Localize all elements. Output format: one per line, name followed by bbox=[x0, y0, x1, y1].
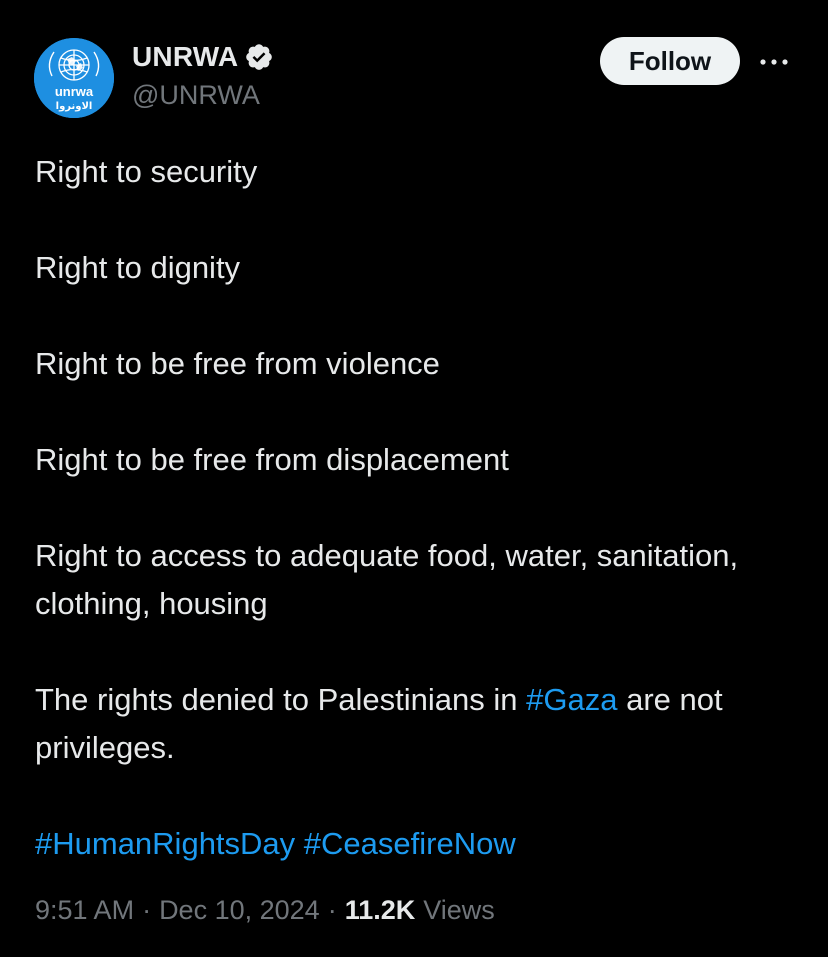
tweet-line-dignity: Right to dignity bbox=[35, 250, 241, 285]
verified-badge-icon[interactable] bbox=[244, 42, 274, 72]
unrwa-logo-icon: unrwa الاونروا bbox=[34, 38, 114, 118]
avatar[interactable]: unrwa الاونروا bbox=[34, 38, 114, 118]
meta-separator: · bbox=[327, 895, 337, 925]
tweet-text: Right to security Right to dignity Right… bbox=[35, 148, 795, 868]
more-horizontal-icon bbox=[760, 59, 788, 65]
hashtag-humanrightsday[interactable]: #HumanRightsDay bbox=[35, 826, 295, 861]
more-options-button[interactable] bbox=[756, 48, 792, 76]
tweet-date[interactable]: Dec 10, 2024 bbox=[159, 895, 320, 926]
follow-button[interactable]: Follow bbox=[600, 37, 740, 85]
tweet-text-segment: The rights denied to Palestinians in bbox=[35, 682, 527, 717]
display-name[interactable]: UNRWA bbox=[132, 41, 238, 73]
meta-separator: · bbox=[142, 895, 152, 925]
hashtag-ceasefirenow[interactable]: #CeasefireNow bbox=[304, 826, 516, 861]
author-name-row[interactable]: UNRWA bbox=[132, 40, 274, 74]
tweet-line-violence: Right to be free from violence bbox=[35, 346, 440, 381]
tweet-meta: 9:51 AM · Dec 10, 2024 · 11.2K Views bbox=[35, 895, 495, 926]
tweet-line-displacement: Right to be free from displacement bbox=[35, 442, 509, 477]
views-label[interactable]: Views bbox=[423, 895, 495, 926]
tweet-line-rights-denied: The rights denied to Palestinians in #Ga… bbox=[35, 676, 795, 772]
svg-text:unrwa: unrwa bbox=[55, 84, 94, 99]
author-handle[interactable]: @UNRWA bbox=[132, 80, 260, 111]
tweet-line-access: Right to access to adequate food, water,… bbox=[35, 538, 739, 621]
views-count[interactable]: 11.2K bbox=[345, 895, 416, 926]
tweet-line-hashtags: #HumanRightsDay #CeasefireNow bbox=[35, 820, 795, 868]
tweet: unrwa الاونروا UNRWA @UNRWA Follow Right… bbox=[0, 0, 828, 957]
tweet-line-security: Right to security bbox=[35, 154, 258, 189]
svg-text:الاونروا: الاونروا bbox=[56, 101, 93, 112]
tweet-time[interactable]: 9:51 AM bbox=[35, 895, 134, 926]
hashtag-gaza[interactable]: #Gaza bbox=[526, 682, 617, 717]
